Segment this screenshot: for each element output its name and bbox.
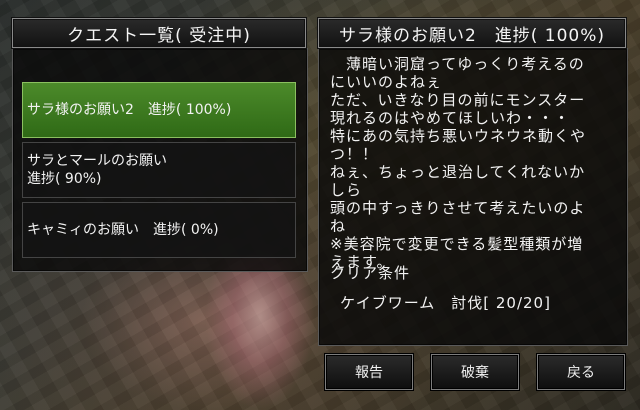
quest-item-sara-marl[interactable]: サラとマールのお願い 進捗( 90%) <box>22 142 296 198</box>
quest-item-label: サラとマールのお願い <box>27 153 167 169</box>
abandon-button[interactable]: 破棄 <box>431 354 519 390</box>
quest-list-title: クエスト一覧( 受注中) <box>12 18 306 48</box>
report-button[interactable]: 報告 <box>325 354 413 390</box>
quest-description: 薄暗い洞窟ってゆっくり考えるの にいいのよねぇ ただ、いきなり目の前にモンスター… <box>330 55 587 271</box>
quest-item-sara-2[interactable]: サラ様のお願い2 進捗( 100%) <box>22 82 296 138</box>
quest-item-progress: 進捗( 90%) <box>27 171 102 187</box>
clear-condition-title: クリア条件 <box>330 264 411 282</box>
clear-condition-line: ケイブワーム 討伐[ 20/20] <box>340 294 551 312</box>
quest-item-label: サラ様のお願い2 進捗( 100%) <box>27 102 232 118</box>
quest-item-label: キャミィのお願い 進捗( 0%) <box>27 222 219 238</box>
back-button[interactable]: 戻る <box>537 354 625 390</box>
player-character <box>205 255 315 410</box>
quest-detail-title: サラ様のお願い2 進捗( 100%) <box>318 18 626 48</box>
quest-item-cammy[interactable]: キャミィのお願い 進捗( 0%) <box>22 202 296 258</box>
